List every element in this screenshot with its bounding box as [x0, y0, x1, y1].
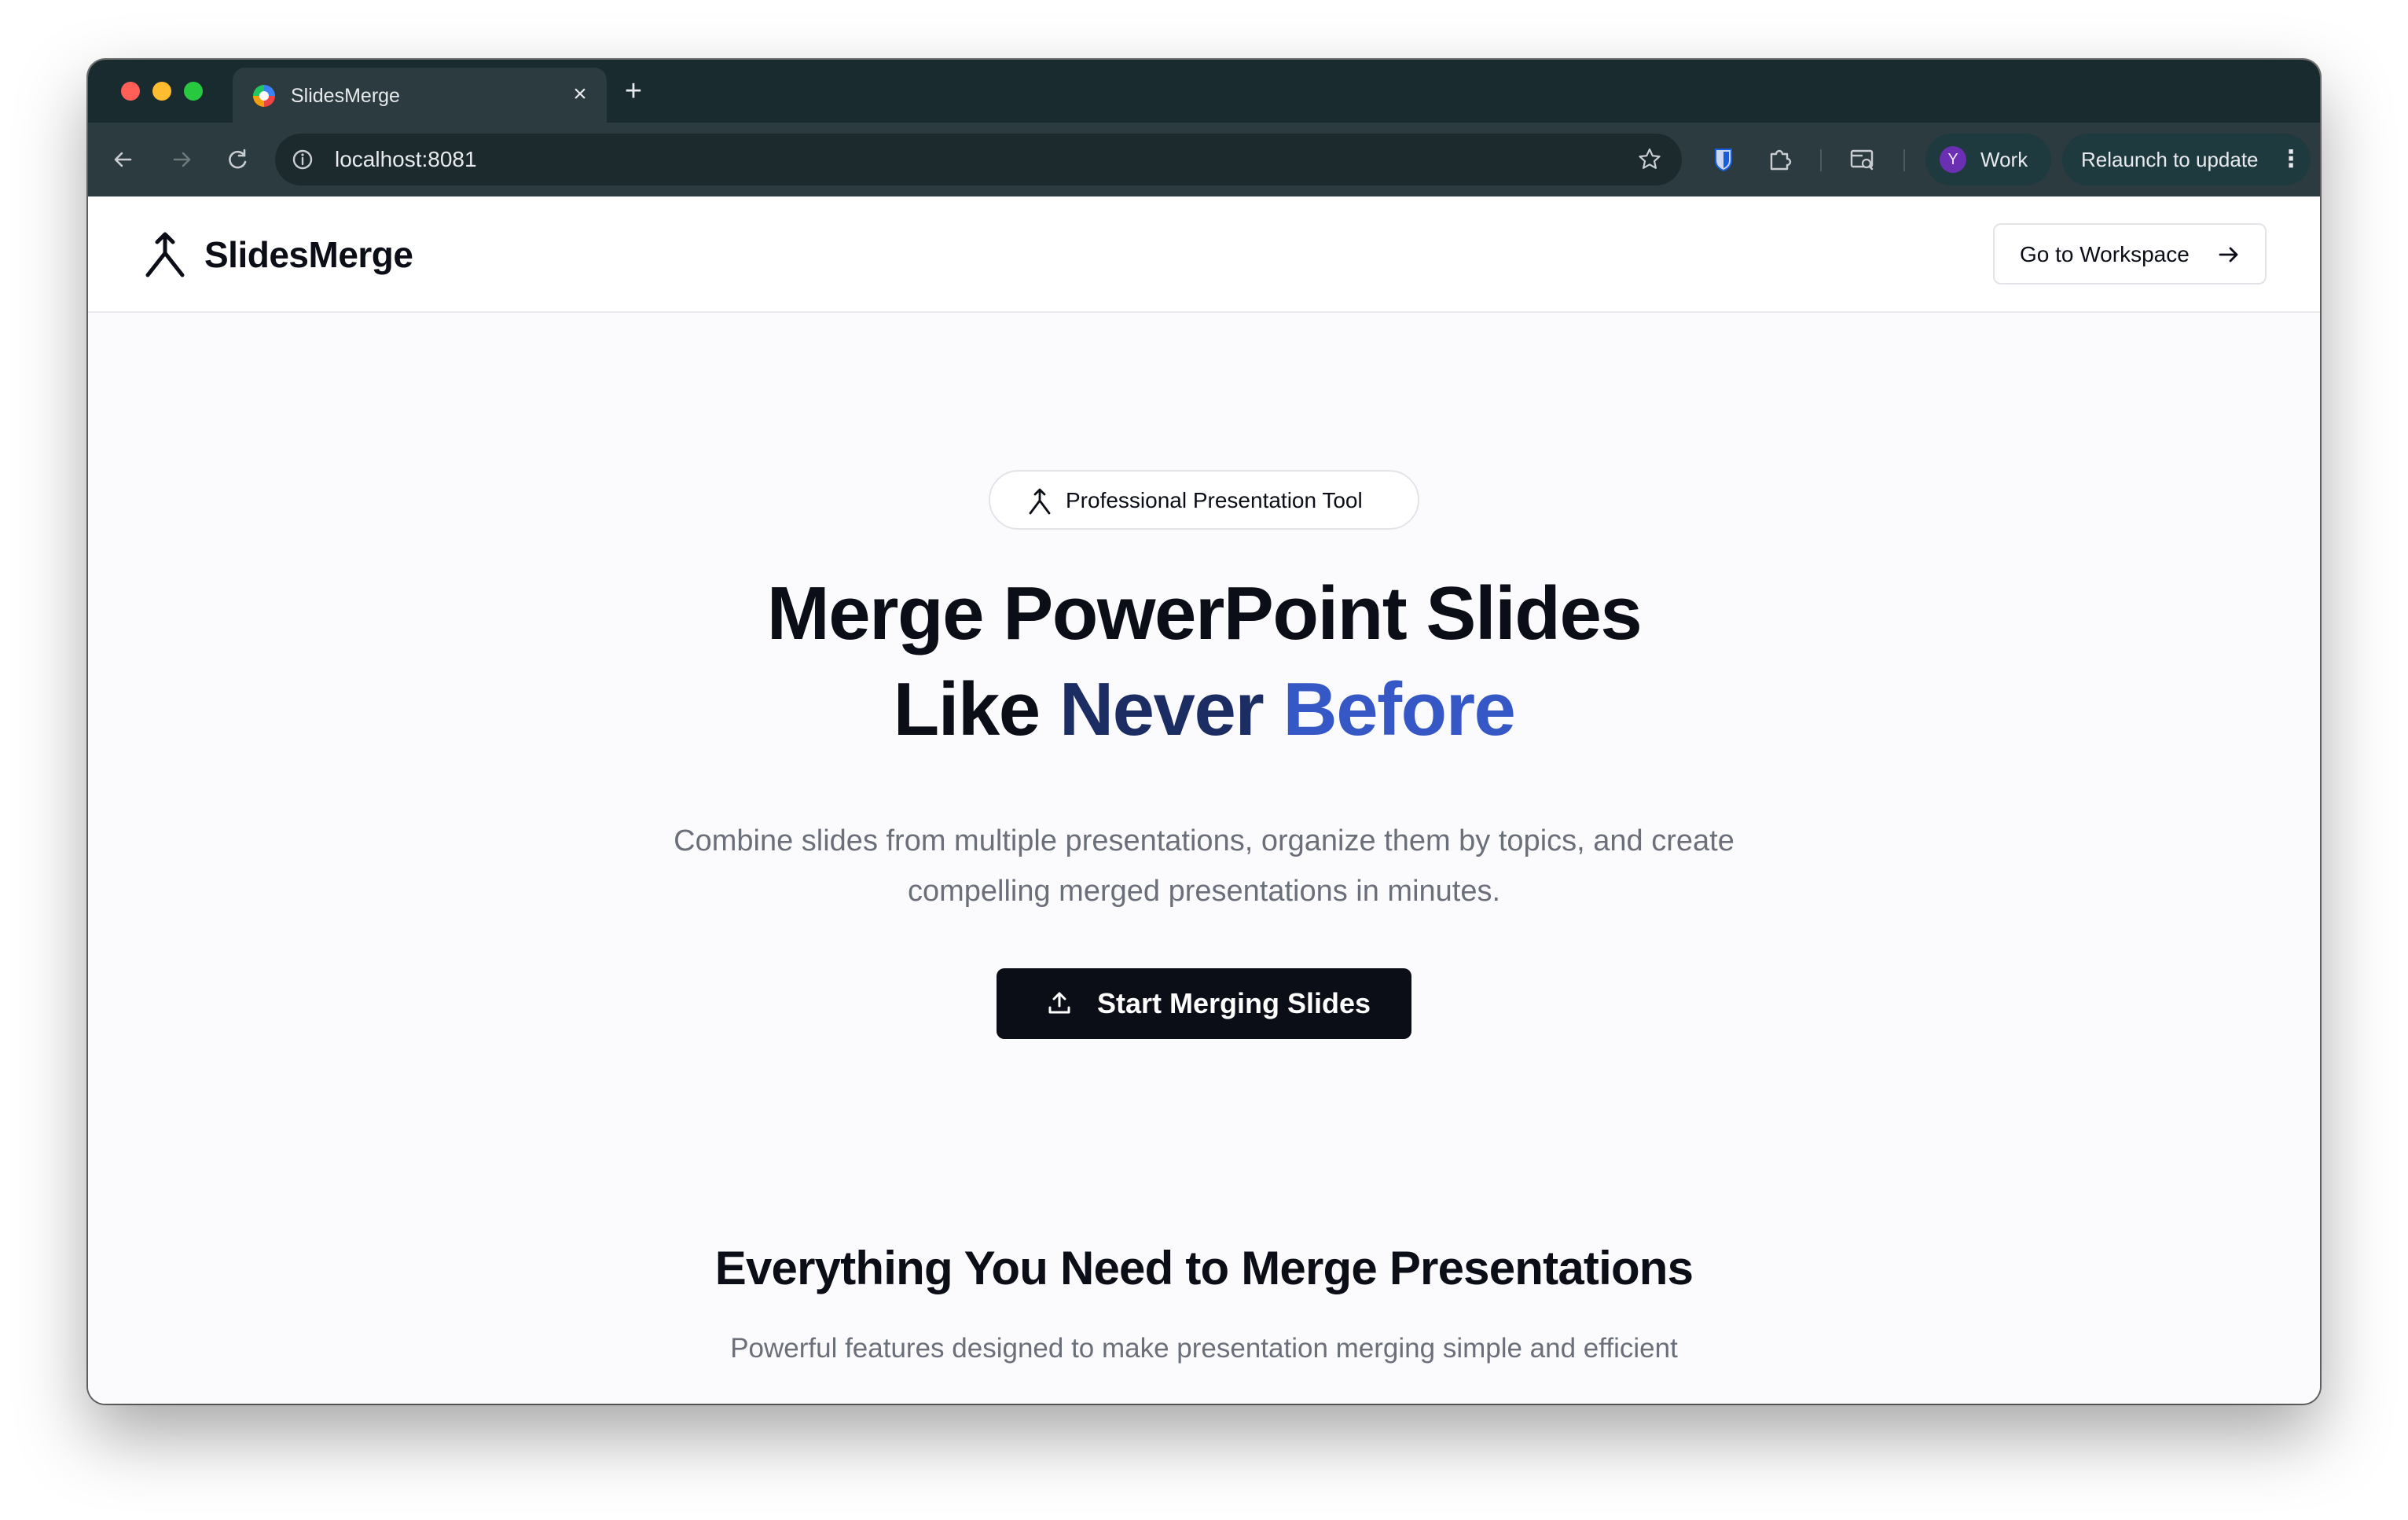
hero-badge: Professional Presentation Tool — [989, 470, 1419, 530]
workspace-button-label: Go to Workspace — [2020, 242, 2190, 266]
toolbar-divider — [1820, 149, 1822, 171]
url-text: localhost:8081 — [335, 147, 477, 171]
title-word-before: Before — [1283, 667, 1516, 751]
title-word-like: Like — [893, 667, 1041, 751]
relaunch-label: Relaunch to update — [2081, 148, 2259, 171]
site-info-icon[interactable] — [288, 145, 318, 174]
maximize-window-button[interactable] — [184, 82, 203, 101]
tab-title: SlidesMerge — [291, 85, 400, 107]
close-window-button[interactable] — [121, 82, 140, 101]
tab-close-icon[interactable]: × — [566, 80, 594, 108]
profile-button[interactable]: Y Work — [1925, 134, 2051, 185]
extensions-puzzle-icon[interactable] — [1762, 141, 1798, 178]
site-header: SlidesMerge Go to Workspace — [88, 196, 2320, 313]
back-arrow-icon — [114, 152, 132, 167]
profile-name: Work — [1980, 148, 2028, 171]
new-tab-button[interactable]: + — [616, 74, 651, 108]
hero-subtitle: Combine slides from multiple presentatio… — [674, 824, 1734, 908]
badge-label: Professional Presentation Tool — [1066, 488, 1363, 512]
hero-title-line-1: Merge PowerPoint Slides — [766, 571, 1643, 655]
toolbar-divider — [1903, 149, 1905, 171]
merge-badge-icon — [1029, 488, 1051, 515]
web-page: SlidesMerge Go to Workspace Professional… — [88, 196, 2320, 1404]
go-to-workspace-button[interactable]: Go to Workspace — [1993, 223, 2267, 285]
reload-button[interactable] — [220, 141, 256, 178]
tab-strip: SlidesMerge × + — [88, 60, 2320, 123]
minimize-window-button[interactable] — [152, 82, 171, 101]
reload-icon — [229, 149, 247, 169]
title-word-never: Never — [1059, 667, 1265, 751]
browser-tab-active[interactable]: SlidesMerge × — [233, 68, 607, 123]
features-title: Everything You Need to Merge Presentatio… — [714, 1242, 1694, 1294]
forward-arrow-icon — [173, 152, 191, 167]
arrow-right-icon — [2219, 247, 2238, 263]
start-merging-button[interactable]: Start Merging Slides — [997, 968, 1411, 1039]
brand-name[interactable]: SlidesMerge — [204, 231, 413, 278]
merge-logo-icon — [145, 232, 185, 277]
start-merging-label: Start Merging Slides — [1097, 987, 1371, 1019]
tab-search-icon[interactable] — [1844, 141, 1880, 178]
browser-toolbar: localhost:8081 Y Work Relaunch to update… — [88, 123, 2320, 198]
hero-title: Merge PowerPoint Slides Like Never Befor… — [88, 566, 2320, 758]
bitwarden-shield-icon[interactable] — [1705, 141, 1742, 178]
features-subtitle: Powerful features designed to make prese… — [730, 1333, 1678, 1364]
bookmark-star-icon[interactable] — [1635, 145, 1665, 174]
more-menu-icon[interactable]: ⋮ — [2279, 145, 2303, 174]
browser-window: SlidesMerge × + localhost:8081 Y Work Re… — [88, 60, 2320, 1404]
hero-title-line-2: Like Never Before — [88, 662, 2320, 758]
favicon-icon — [253, 85, 275, 107]
relaunch-update-button[interactable]: Relaunch to update ⋮ — [2062, 134, 2311, 185]
forward-button[interactable] — [163, 141, 200, 178]
address-bar[interactable]: localhost:8081 — [275, 134, 1682, 185]
profile-avatar: Y — [1940, 146, 1966, 173]
back-button[interactable] — [105, 141, 141, 178]
upload-icon — [1048, 992, 1070, 1014]
